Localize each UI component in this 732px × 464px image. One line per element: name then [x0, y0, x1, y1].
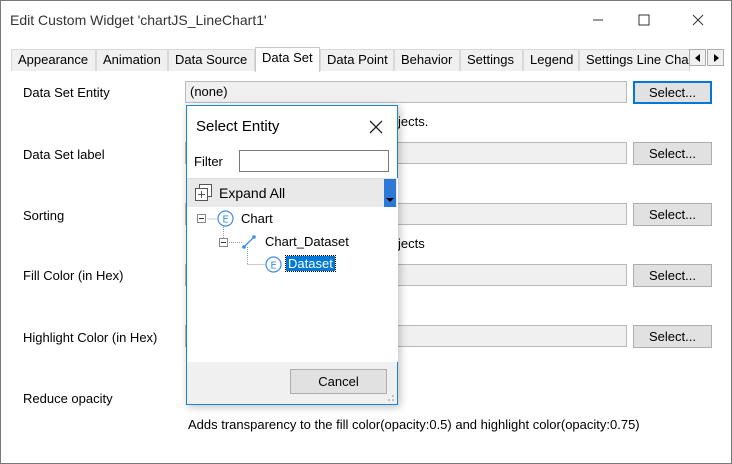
reduce-opacity-label: Reduce opacity [23, 391, 113, 406]
data-set-entity-label: Data Set Entity [23, 85, 110, 100]
tab-settings[interactable]: Settings [460, 49, 523, 71]
tree-node-dataset[interactable]: Dataset [285, 255, 336, 272]
svg-text:E: E [222, 215, 228, 226]
close-icon [369, 120, 383, 134]
highlight-color-select-button[interactable]: Select... [633, 325, 712, 348]
entity-tree: Expand All E Chart Chart_Dataset E Datas… [187, 178, 398, 362]
dialog-footer: Cancel [187, 362, 397, 404]
data-set-entity-select-button[interactable]: Select... [633, 81, 712, 104]
tab-data-point[interactable]: Data Point [320, 49, 394, 71]
tab-strip: Appearance Animation Data Source Data Se… [11, 47, 725, 72]
maximize-icon [638, 14, 650, 26]
maximize-button[interactable] [621, 1, 667, 39]
entity-icon: E [217, 210, 234, 227]
expand-all-icon [195, 184, 212, 201]
tab-animation[interactable]: Animation [96, 49, 168, 71]
sorting-label: Sorting [23, 208, 65, 223]
tab-behavior[interactable]: Behavior [394, 49, 460, 71]
data-set-label-select-button[interactable]: Select... [633, 142, 712, 165]
title-bar: Edit Custom Widget 'chartJS_LineChart1' [1, 1, 731, 39]
arrow-right-icon [713, 53, 719, 62]
tree-node-chart[interactable]: Chart [241, 211, 273, 226]
close-icon [692, 14, 704, 26]
dialog-close-button[interactable] [365, 116, 387, 138]
fill-color-label: Fill Color (in Hex) [23, 268, 124, 283]
data-set-label-label: Data Set label [23, 147, 105, 162]
dialog-title: Select Entity [196, 118, 280, 135]
svg-text:E: E [270, 261, 276, 272]
expand-all-button[interactable]: Expand All [187, 179, 383, 207]
collapse-toggle-icon[interactable] [219, 238, 228, 247]
tab-scroll-right-button[interactable] [707, 49, 724, 66]
minimize-icon [593, 19, 603, 21]
expand-all-label: Expand All [219, 185, 286, 201]
sorting-select-button[interactable]: Select... [633, 203, 712, 226]
entity-icon: E [265, 256, 282, 273]
sorting-hint-text: jects [398, 236, 425, 251]
highlight-color-label: Highlight Color (in Hex) [23, 330, 158, 345]
arrow-left-icon [694, 53, 700, 62]
tab-scroll-left-button[interactable] [689, 49, 706, 66]
filter-label: Filter [194, 154, 223, 169]
collapse-toggle-icon[interactable] [197, 214, 206, 223]
tree-scrollbar[interactable] [383, 179, 397, 207]
cancel-button[interactable]: Cancel [290, 369, 387, 394]
data-set-entity-field[interactable]: (none) [185, 81, 627, 103]
entity-hint-text: jects. [398, 114, 429, 129]
filter-input[interactable] [239, 150, 389, 172]
fill-color-select-button[interactable]: Select... [633, 264, 712, 287]
close-window-button[interactable] [675, 1, 721, 39]
scroll-down-arrow-icon [386, 198, 394, 202]
tree-node-chart-dataset[interactable]: Chart_Dataset [265, 234, 349, 249]
opacity-hint-text: Adds transparency to the fill color(opac… [188, 417, 640, 432]
tab-appearance[interactable]: Appearance [11, 49, 96, 71]
resize-grip-icon[interactable] [387, 394, 395, 402]
tab-data-source[interactable]: Data Source [168, 49, 255, 71]
tab-settings-line-chart[interactable]: Settings Line Cha [579, 49, 690, 71]
select-entity-dialog: Select Entity Filter Expand All E Chart … [186, 105, 398, 405]
minimize-button[interactable] [575, 1, 621, 39]
tab-data-set[interactable]: Data Set [255, 47, 320, 72]
association-icon [242, 235, 256, 249]
edit-custom-widget-window: Edit Custom Widget 'chartJS_LineChart1' … [0, 0, 732, 464]
tab-legend[interactable]: Legend [523, 49, 579, 71]
window-title: Edit Custom Widget 'chartJS_LineChart1' [10, 12, 267, 28]
